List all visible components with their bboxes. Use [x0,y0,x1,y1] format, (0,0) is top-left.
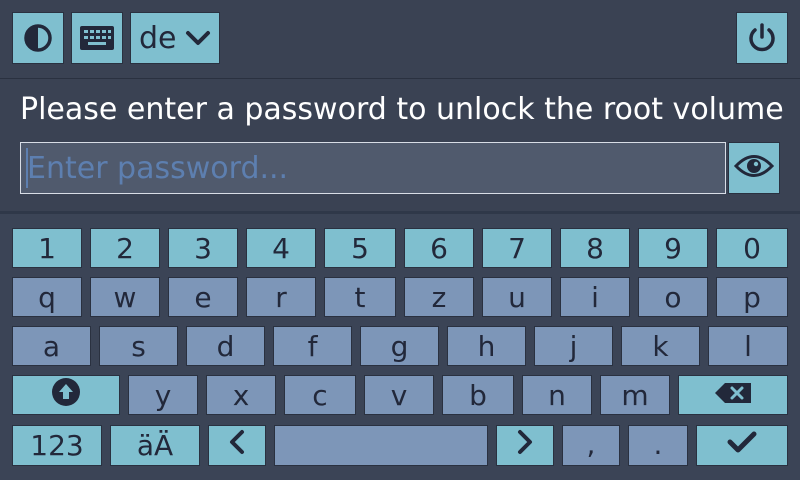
key-9[interactable]: 9 [638,228,708,268]
power-icon [746,22,778,54]
language-select[interactable]: de [130,12,220,64]
key-d[interactable]: d [186,326,265,366]
key-a[interactable]: a [12,326,91,366]
key-q[interactable]: q [12,277,82,317]
key-c[interactable]: c [284,375,356,415]
cursor-right-key[interactable] [496,425,554,466]
key-n[interactable]: n [522,375,592,415]
cursor-left-key[interactable] [208,425,266,466]
password-input[interactable] [20,142,726,194]
space-key[interactable] [274,425,488,466]
key-2[interactable]: 2 [90,228,160,268]
keyboard-toggle-button[interactable] [71,12,123,64]
key-w[interactable]: w [90,277,160,317]
show-password-button[interactable] [728,142,780,194]
key-3[interactable]: 3 [168,228,238,268]
key-1[interactable]: 1 [12,228,82,268]
comma-key[interactable]: , [562,425,620,466]
key-e[interactable]: e [168,277,238,317]
key-7[interactable]: 7 [482,228,552,268]
key-j[interactable]: j [534,326,613,366]
key-0[interactable]: 0 [716,228,788,268]
key-4[interactable]: 4 [246,228,316,268]
contrast-icon [23,23,53,53]
key-o[interactable]: o [638,277,708,317]
key-v[interactable]: v [364,375,434,415]
key-u[interactable]: u [482,277,552,317]
key-8[interactable]: 8 [560,228,630,268]
chevron-down-icon [185,29,211,47]
theme-toggle-button[interactable] [12,12,64,64]
keyboard-icon [79,25,115,51]
chevron-left-icon [227,429,247,462]
key-l[interactable]: l [708,326,788,366]
key-p[interactable]: p [716,277,788,317]
period-key[interactable]: . [628,425,688,466]
power-button[interactable] [736,12,788,64]
key-k[interactable]: k [621,326,700,366]
checkmark-icon [726,429,758,462]
unlock-prompt-text: Please enter a password to unlock the ro… [20,92,784,127]
key-f[interactable]: f [273,326,352,366]
key-6[interactable]: 6 [404,228,474,268]
key-t[interactable]: t [324,277,396,317]
backspace-key[interactable] [678,375,788,415]
key-m[interactable]: m [600,375,670,415]
enter-key[interactable] [696,425,788,466]
chevron-right-icon [515,429,535,462]
key-z[interactable]: z [404,277,474,317]
key-r[interactable]: r [246,277,316,317]
text-caret [26,148,28,188]
numbers-key[interactable]: 123 [12,425,102,466]
key-h[interactable]: h [447,326,526,366]
key-y[interactable]: y [128,375,198,415]
key-5[interactable]: 5 [324,228,396,268]
key-x[interactable]: x [206,375,276,415]
key-g[interactable]: g [360,326,439,366]
key-i[interactable]: i [560,277,630,317]
key-s[interactable]: s [99,326,178,366]
backspace-icon [713,379,753,412]
shift-key[interactable] [12,375,120,415]
umlaut-key[interactable]: äÄ [110,425,200,466]
language-label: de [139,20,177,56]
eye-icon [733,153,775,183]
key-b[interactable]: b [442,375,514,415]
shift-arrow-icon [51,377,81,414]
